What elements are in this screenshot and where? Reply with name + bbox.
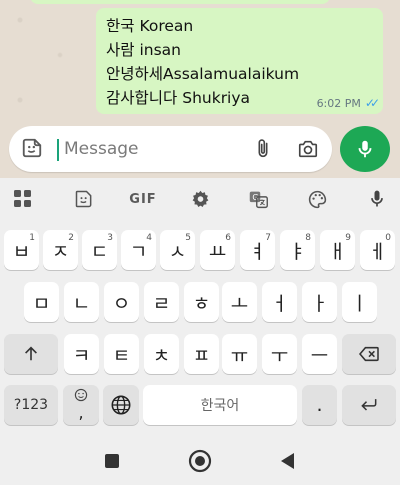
key-6-hint: 6 xyxy=(225,233,231,243)
key-5-hint: 5 xyxy=(185,233,191,243)
language-switch-key[interactable] xyxy=(103,385,139,425)
sticker-icon[interactable] xyxy=(21,137,43,159)
key-8[interactable]: ㅑ8 xyxy=(280,230,315,270)
read-ticks-icon: ✓✓ xyxy=(364,96,380,110)
emoji-icon xyxy=(74,388,88,402)
camera-icon[interactable] xyxy=(296,138,320,160)
key-1[interactable]: ㅂ1 xyxy=(4,230,39,270)
key-row2-6[interactable]: ㅗ xyxy=(222,282,257,322)
enter-key[interactable] xyxy=(342,385,396,425)
key-5-char: ㅅ xyxy=(168,240,187,263)
shift-key[interactable] xyxy=(4,334,58,374)
message-line-3: 안녕하세Assalamualaikum xyxy=(106,65,300,83)
text-cursor xyxy=(57,139,59,161)
key-8-hint: 8 xyxy=(305,233,311,243)
key-row3-1[interactable]: ㅋ xyxy=(64,334,99,374)
key-6[interactable]: ㅛ6 xyxy=(200,230,235,270)
key-row2-1[interactable]: ㅁ xyxy=(24,282,59,322)
message-bubble[interactable]: 한국 Korean 사람 insan 안녕하세Assalamualaikum 감… xyxy=(96,8,383,114)
key-2-char: ㅈ xyxy=(51,240,70,263)
settings-gear-icon[interactable] xyxy=(188,188,212,210)
message-input[interactable]: Message xyxy=(64,139,139,159)
key-1-hint: 1 xyxy=(29,233,35,243)
mic-icon xyxy=(358,140,372,158)
emoji-comma-key[interactable]: , xyxy=(63,385,99,425)
key-7-hint: 7 xyxy=(265,233,271,243)
sticker-icon[interactable] xyxy=(72,188,96,210)
voice-input-mic-icon[interactable] xyxy=(365,188,389,210)
key-row2-8[interactable]: ㅏ xyxy=(302,282,337,322)
key-5[interactable]: ㅅ5 xyxy=(160,230,195,270)
message-meta: 6:02 PM ✓✓ xyxy=(316,96,380,110)
space-key[interactable]: 한국어 xyxy=(143,385,297,425)
key-row2-3[interactable]: ㅇ xyxy=(104,282,139,322)
apps-grid-icon[interactable] xyxy=(12,188,34,210)
key-4-char: ㄱ xyxy=(129,240,148,263)
symbols-key[interactable]: ?123 xyxy=(4,385,58,425)
key-9-hint: 9 xyxy=(345,233,351,243)
key-row3-5[interactable]: ㅠ xyxy=(222,334,257,374)
key-9[interactable]: ㅐ9 xyxy=(320,230,355,270)
key-9-char: ㅐ xyxy=(328,240,347,263)
key-7[interactable]: ㅕ7 xyxy=(240,230,275,270)
key-8-char: ㅑ xyxy=(288,240,307,263)
keyboard: GIF G ㅂ1 ㅈ2 ㄷ3 ㄱ4 ㅅ5 ㅛ6 ㅕ7 ㅑ8 ㅐ9 ㅔ0 ㅁ ㄴ … xyxy=(0,178,400,485)
message-composer[interactable]: Message xyxy=(9,126,332,172)
key-10[interactable]: ㅔ0 xyxy=(360,230,395,270)
key-2-hint: 2 xyxy=(68,233,74,243)
globe-icon xyxy=(111,395,131,415)
shift-arrow-icon xyxy=(25,346,37,361)
comma-label: , xyxy=(78,403,84,422)
key-row3-7[interactable]: ㅡ xyxy=(302,334,337,374)
key-row3-2[interactable]: ㅌ xyxy=(104,334,139,374)
key-3-hint: 3 xyxy=(107,233,113,243)
key-3-char: ㄷ xyxy=(90,240,109,263)
space-key-label: 한국어 xyxy=(200,398,240,414)
period-key[interactable]: . xyxy=(302,385,337,425)
key-2[interactable]: ㅈ2 xyxy=(43,230,78,270)
key-10-hint: 0 xyxy=(385,233,391,243)
key-6-char: ㅛ xyxy=(208,240,227,263)
key-row2-2[interactable]: ㄴ xyxy=(64,282,99,322)
backspace-icon xyxy=(358,346,379,362)
previous-message-bubble[interactable] xyxy=(30,0,330,4)
composer-row: Message xyxy=(0,122,400,178)
home-circle-icon[interactable] xyxy=(188,449,212,477)
symbols-key-label: ?123 xyxy=(13,397,49,413)
key-row2-5[interactable]: ㅎ xyxy=(184,282,219,322)
key-3[interactable]: ㄷ3 xyxy=(82,230,117,270)
key-4-hint: 4 xyxy=(146,233,152,243)
translate-icon[interactable]: G xyxy=(246,188,270,210)
key-7-char: ㅕ xyxy=(248,240,267,263)
enter-icon xyxy=(361,399,377,411)
period-label: . xyxy=(316,394,323,416)
message-line-2: 사람 insan xyxy=(106,41,181,59)
key-row2-4[interactable]: ㄹ xyxy=(144,282,179,322)
key-row2-7[interactable]: ㅓ xyxy=(262,282,297,322)
key-4[interactable]: ㄱ4 xyxy=(121,230,156,270)
voice-record-button[interactable] xyxy=(340,126,390,172)
key-row3-3[interactable]: ㅊ xyxy=(144,334,179,374)
key-row2-9[interactable]: ㅣ xyxy=(342,282,377,322)
key-row3-4[interactable]: ㅍ xyxy=(184,334,219,374)
backspace-key[interactable] xyxy=(342,334,396,374)
key-1-char: ㅂ xyxy=(12,240,31,263)
recents-square-icon[interactable] xyxy=(104,453,120,473)
system-navigation-bar xyxy=(0,443,400,485)
key-10-char: ㅔ xyxy=(368,240,387,263)
gif-button[interactable]: GIF xyxy=(126,188,160,210)
attach-icon[interactable] xyxy=(252,137,274,161)
key-row3-6[interactable]: ㅜ xyxy=(262,334,297,374)
chat-area: 한국 Korean 사람 insan 안녕하세Assalamualaikum 감… xyxy=(0,0,400,122)
back-triangle-icon[interactable] xyxy=(280,452,296,474)
theme-palette-icon[interactable] xyxy=(305,188,329,210)
message-line-1: 한국 Korean xyxy=(106,17,194,35)
message-time: 6:02 PM xyxy=(316,96,361,110)
keyboard-toolbar: GIF G xyxy=(0,178,400,220)
